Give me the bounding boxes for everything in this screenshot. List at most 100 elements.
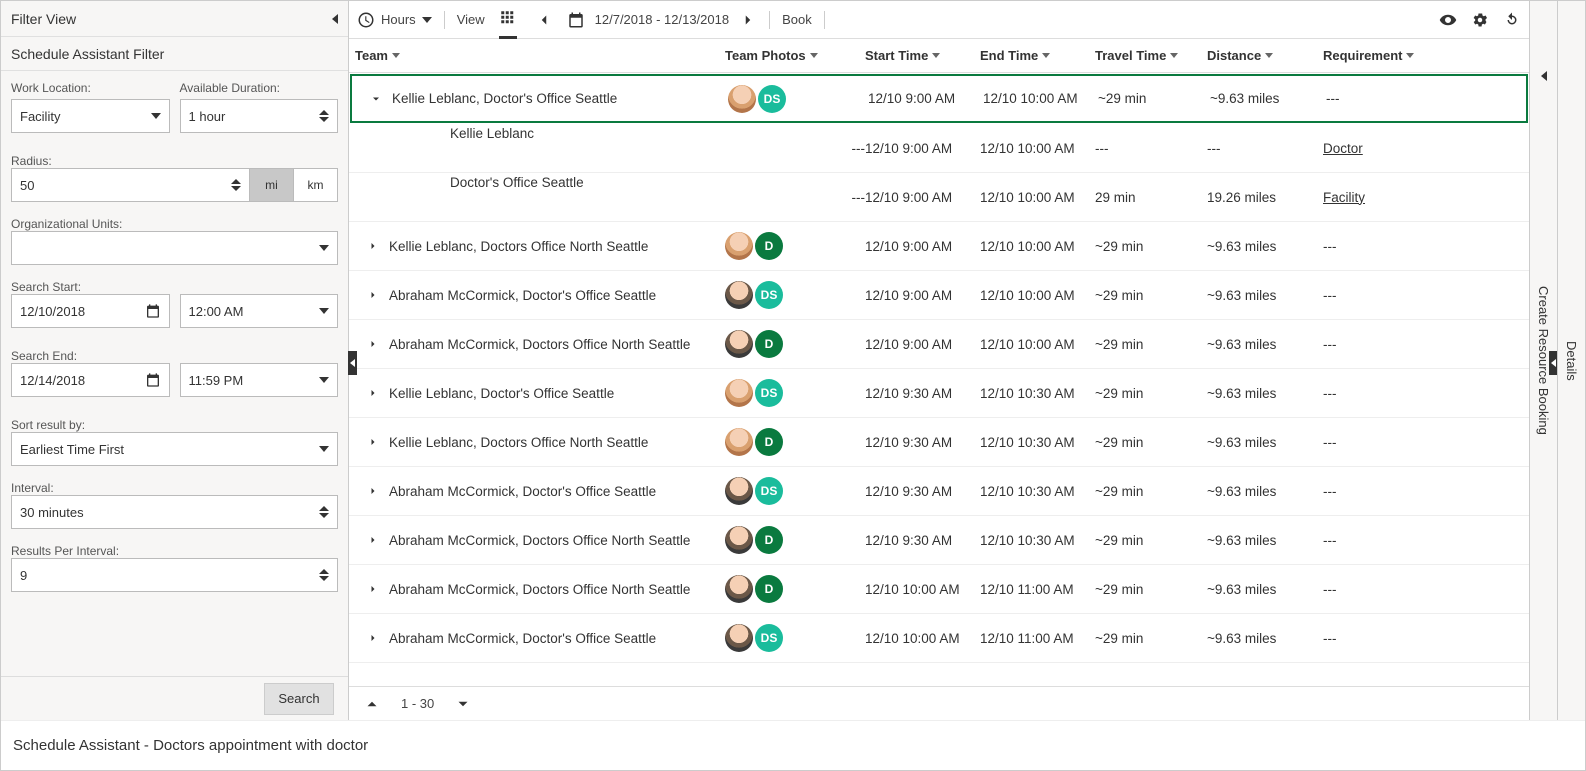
calendar-icon xyxy=(145,303,161,319)
table-row[interactable]: Kellie Leblanc, Doctor's Office SeattleD… xyxy=(350,74,1528,123)
avatar xyxy=(725,526,753,554)
grid-view-button[interactable] xyxy=(499,1,517,39)
work-location-select[interactable]: Facility xyxy=(11,99,170,133)
table-row[interactable]: Abraham McCormick, Doctor's Office Seatt… xyxy=(349,467,1529,516)
chevron-down-icon xyxy=(319,245,329,251)
eye-icon[interactable] xyxy=(1439,11,1457,29)
search-start-date[interactable]: 12/10/2018 xyxy=(11,294,170,328)
book-button[interactable]: Book xyxy=(782,12,812,27)
interval-input[interactable]: 30 minutes xyxy=(11,495,338,529)
table-row[interactable]: Doctor's Office Seattle---12/10 9:00 AM1… xyxy=(349,173,1529,222)
chevron-right-icon[interactable] xyxy=(365,434,381,450)
avatar-badge: DS xyxy=(758,85,786,113)
chevron-right-icon[interactable] xyxy=(365,287,381,303)
results-panel: Hours View 12/7/2018 - 12/13/2018 Book xyxy=(349,1,1529,720)
available-duration-input[interactable]: 1 hour xyxy=(180,99,339,133)
clock-icon xyxy=(357,11,375,29)
details-panel[interactable]: Details xyxy=(1557,1,1585,720)
org-units-select[interactable] xyxy=(11,231,338,265)
gear-icon[interactable] xyxy=(1471,11,1489,29)
view-label: View xyxy=(457,12,485,27)
col-travel[interactable]: Travel Time xyxy=(1095,48,1207,63)
org-units-label: Organizational Units: xyxy=(11,217,122,231)
chevron-right-icon[interactable] xyxy=(365,336,381,352)
search-end-date[interactable]: 12/14/2018 xyxy=(11,363,170,397)
avatar-badge: D xyxy=(755,232,783,260)
table-row[interactable]: Abraham McCormick, Doctor's Office Seatt… xyxy=(349,271,1529,320)
spinner-icon xyxy=(319,569,329,581)
results-per-input[interactable]: 9 xyxy=(11,558,338,592)
chevron-right-icon[interactable] xyxy=(365,581,381,597)
col-team[interactable]: Team xyxy=(355,48,725,63)
table-row[interactable]: Kellie Leblanc, Doctor's Office SeattleD… xyxy=(349,369,1529,418)
results-toolbar: Hours View 12/7/2018 - 12/13/2018 Book xyxy=(349,1,1529,39)
table-row[interactable]: Kellie Leblanc, Doctors Office North Sea… xyxy=(349,418,1529,467)
chevron-down-icon xyxy=(319,308,329,314)
spinner-icon xyxy=(319,110,329,122)
results-body[interactable]: Kellie Leblanc, Doctor's Office SeattleD… xyxy=(349,73,1529,686)
sort-select[interactable]: Earliest Time First xyxy=(11,432,338,466)
chevron-down-icon xyxy=(151,113,161,119)
panel-collapse-handle[interactable] xyxy=(348,351,357,375)
chevron-right-icon[interactable] xyxy=(365,385,381,401)
prev-button[interactable] xyxy=(535,11,553,29)
chevron-down-icon xyxy=(319,377,329,383)
search-start-time[interactable]: 12:00 AM xyxy=(180,294,339,328)
spinner-icon xyxy=(231,179,241,191)
requirement-link[interactable]: Doctor xyxy=(1323,141,1363,156)
table-row[interactable]: Abraham McCormick, Doctor's Office Seatt… xyxy=(349,614,1529,663)
refresh-icon[interactable] xyxy=(1503,11,1521,29)
avatar xyxy=(728,85,756,113)
expand-down-icon[interactable] xyxy=(454,695,472,713)
collapse-left-icon[interactable] xyxy=(332,14,338,24)
col-start[interactable]: Start Time xyxy=(865,48,980,63)
avatar-badge: D xyxy=(755,526,783,554)
table-row[interactable]: Kellie Leblanc---12/10 9:00 AM12/10 10:0… xyxy=(349,124,1529,173)
col-photos[interactable]: Team Photos xyxy=(725,48,865,63)
radius-label: Radius: xyxy=(11,154,52,168)
table-row[interactable]: Kellie Leblanc, Doctors Office North Sea… xyxy=(349,222,1529,271)
avatar xyxy=(725,428,753,456)
unit-km-button[interactable]: km xyxy=(294,168,338,202)
chevron-right-icon[interactable] xyxy=(365,532,381,548)
table-row[interactable]: Abraham McCormick, Doctors Office North … xyxy=(349,320,1529,369)
col-end[interactable]: End Time xyxy=(980,48,1095,63)
filter-subtitle: Schedule Assistant Filter xyxy=(11,46,164,62)
chevron-right-icon[interactable] xyxy=(365,483,381,499)
chevron-right-icon[interactable] xyxy=(365,630,381,646)
chevron-down-icon[interactable] xyxy=(368,91,384,107)
search-button[interactable]: Search xyxy=(264,683,334,715)
filter-header: Filter View xyxy=(1,1,348,37)
spinner-icon xyxy=(319,506,329,518)
page-title: Schedule Assistant - Doctors appointment… xyxy=(1,720,1585,770)
calendar-icon[interactable] xyxy=(567,11,585,29)
avatar-badge: DS xyxy=(755,379,783,407)
sort-icon xyxy=(1265,53,1273,58)
pager: 1 - 30 xyxy=(349,686,1529,720)
create-booking-panel[interactable]: Create Resource Booking xyxy=(1529,1,1557,720)
sort-icon xyxy=(1170,53,1178,58)
table-row[interactable]: Abraham McCormick, Doctors Office North … xyxy=(349,516,1529,565)
hours-dropdown[interactable]: Hours xyxy=(381,12,416,27)
next-button[interactable] xyxy=(739,11,757,29)
unit-mi-button[interactable]: mi xyxy=(250,168,294,202)
collapse-up-icon[interactable] xyxy=(363,695,381,713)
col-distance[interactable]: Distance xyxy=(1207,48,1323,63)
col-requirement[interactable]: Requirement xyxy=(1323,48,1443,63)
filter-title: Filter View xyxy=(11,11,76,27)
avatar xyxy=(725,477,753,505)
avatar-badge: D xyxy=(755,330,783,358)
results-per-label: Results Per Interval: xyxy=(11,544,119,558)
search-end-time[interactable]: 11:59 PM xyxy=(180,363,339,397)
table-row[interactable]: Abraham McCormick, Doctors Office North … xyxy=(349,565,1529,614)
calendar-icon xyxy=(145,372,161,388)
avatar-badge: DS xyxy=(755,624,783,652)
avatar xyxy=(725,330,753,358)
radius-input[interactable]: 50 xyxy=(11,168,250,202)
chevron-right-icon[interactable] xyxy=(365,238,381,254)
grid-icon xyxy=(499,9,517,27)
avatar-badge: DS xyxy=(755,281,783,309)
avatar xyxy=(725,232,753,260)
available-duration-label: Available Duration: xyxy=(180,81,339,95)
requirement-link[interactable]: Facility xyxy=(1323,190,1365,205)
